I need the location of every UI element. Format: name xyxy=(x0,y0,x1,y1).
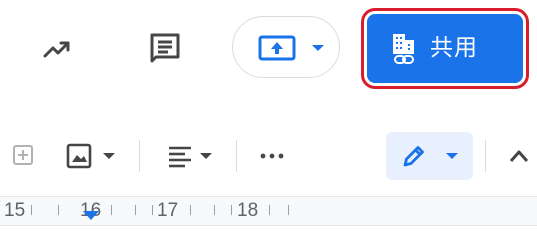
trending-up-icon xyxy=(43,41,70,58)
comment-icon xyxy=(150,33,180,63)
ruler-tick xyxy=(231,205,232,215)
ruler-tick xyxy=(288,205,289,215)
ruler-tick xyxy=(214,205,215,215)
caret-down-icon xyxy=(445,153,458,159)
ruler-tick xyxy=(111,205,112,215)
align-button[interactable] xyxy=(158,137,222,175)
horizontal-ruler[interactable]: 15 16 17 18 xyxy=(0,196,537,226)
share-button-label: 共用 xyxy=(430,35,478,61)
pencil-icon xyxy=(403,146,424,167)
ruler-label: 17 xyxy=(157,200,179,221)
present-button[interactable] xyxy=(232,16,340,78)
ruler-tick xyxy=(190,205,191,215)
image-icon xyxy=(66,143,92,169)
caret-down-icon xyxy=(200,153,212,159)
more-horiz-icon xyxy=(260,153,284,159)
ruler-label: 15 xyxy=(4,200,26,221)
toolbar-divider xyxy=(139,140,140,172)
insert-image-button[interactable] xyxy=(6,137,40,173)
share-button[interactable]: 共用 xyxy=(367,14,523,83)
comments-button[interactable] xyxy=(140,24,190,74)
chevron-up-icon xyxy=(509,150,529,162)
toolbar-divider xyxy=(485,140,486,172)
activity-button[interactable] xyxy=(34,26,80,72)
ruler-tick xyxy=(269,205,270,215)
ruler-tick xyxy=(31,205,32,215)
hide-menus-button[interactable] xyxy=(502,137,536,175)
align-left-icon xyxy=(169,146,191,168)
ruler-label: 18 xyxy=(237,200,259,221)
indent-marker-icon[interactable] xyxy=(83,211,99,220)
image-options-button[interactable] xyxy=(58,137,124,175)
caret-down-icon xyxy=(103,153,115,159)
more-options-button[interactable] xyxy=(252,137,292,175)
ruler-tick xyxy=(152,205,153,215)
ruler-tick xyxy=(135,205,136,215)
docs-toolbar-region: 共用 15 16 17 18 xyxy=(0,0,537,246)
ruler-tick xyxy=(58,205,59,215)
building-link-icon xyxy=(393,34,414,64)
add-image-icon xyxy=(13,145,33,165)
present-upload-icon xyxy=(258,35,296,61)
caret-down-icon[interactable] xyxy=(311,44,325,52)
toolbar-divider xyxy=(236,140,237,172)
editing-mode-button[interactable] xyxy=(386,132,473,180)
